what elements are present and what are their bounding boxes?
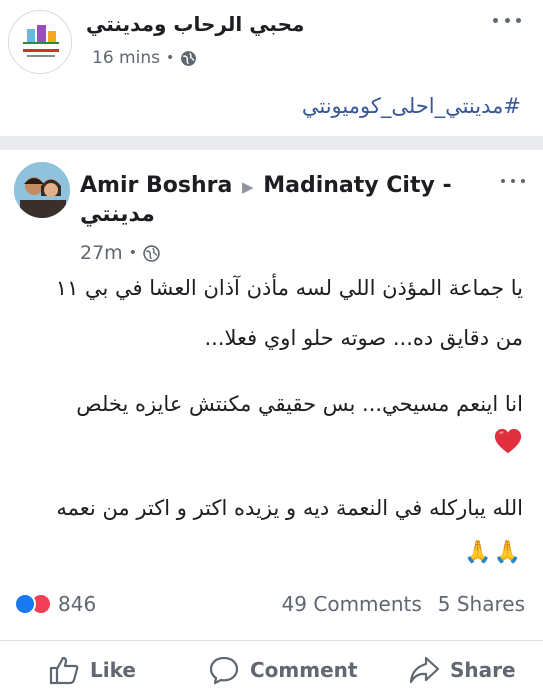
group-name[interactable]: Madinaty City - [263, 173, 451, 198]
post-timestamp[interactable]: 16 mins • [92, 48, 197, 68]
author-avatar[interactable] [14, 162, 70, 218]
post-text-line: انا اينعم مسيحي... بس حقيقي مكنتش عايزه … [76, 392, 523, 416]
comment-label: Comment [250, 658, 358, 682]
more-dot-icon [511, 179, 515, 183]
globe-icon [143, 244, 160, 262]
author-name[interactable]: Amir Boshra [80, 173, 232, 198]
reactions-summary[interactable]: 846 [14, 592, 96, 616]
share-button[interactable]: Share [408, 655, 516, 685]
time-label: 27m [80, 242, 123, 264]
author-photo-icon [14, 162, 70, 218]
group-name-arabic[interactable]: مدينتي [80, 202, 155, 227]
engagement-counts: 49 Comments 5 Shares [282, 592, 525, 616]
more-dot-icon [504, 17, 510, 23]
globe-icon [181, 50, 197, 66]
post-text-line: الله يباركله في النعمة ديه و يزيده اكتر … [56, 496, 523, 520]
like-label: Like [90, 658, 136, 682]
post-text-line: يا جماعة المؤذن اللي لسه مأذن آذان العشا… [55, 276, 523, 300]
separator-dot: • [128, 245, 137, 261]
page-avatar[interactable] [8, 10, 72, 74]
share-label: Share [450, 658, 516, 682]
heart-icon [494, 428, 522, 454]
share-arrow-icon [409, 656, 440, 684]
post-options-button[interactable] [493, 14, 521, 26]
more-dot-icon [516, 17, 521, 23]
post-text-line: من دقايق ده... صوته حلو اوي فعلا... [204, 326, 523, 350]
reaction-count: 846 [58, 592, 97, 616]
arrow-right-icon: ▶ [242, 178, 254, 196]
separator-dot: • [165, 50, 175, 66]
shared-post-timestamp[interactable]: 27m • [80, 242, 160, 264]
outer-post-header: محبي الرحاب ومدينتي 16 mins • [0, 0, 543, 80]
praying-hands-icon: 🙏🙏 [464, 540, 523, 565]
shared-post-options-button[interactable] [501, 176, 525, 186]
shares-count[interactable]: 5 Shares [438, 592, 525, 616]
post-stats: 846 49 Comments 5 Shares [0, 588, 543, 622]
more-dot-icon [521, 179, 525, 183]
page-logo-icon [9, 11, 71, 73]
page-name[interactable]: محبي الرحاب ومدينتي [86, 12, 304, 36]
shared-post-header: Amir Boshra ▶ Madinaty City - مدينتي 27m… [0, 150, 543, 270]
like-button[interactable]: Like [48, 655, 136, 685]
comments-count[interactable]: 49 Comments [282, 592, 422, 616]
thumbs-up-icon [49, 656, 79, 685]
like-reaction-icon [14, 593, 36, 615]
more-dot-icon [493, 17, 498, 23]
comment-button[interactable]: Comment [208, 655, 357, 685]
more-dot-icon [501, 179, 505, 183]
section-divider [0, 136, 543, 150]
comment-bubble-icon [209, 656, 239, 685]
action-bar: Like Comment Share [0, 640, 543, 696]
hashtag-link[interactable]: #مدينتي_احلى_كوميونتي [302, 94, 521, 118]
shared-post-title: Amir Boshra ▶ Madinaty City - [80, 170, 480, 203]
time-label: 16 mins [92, 48, 160, 68]
